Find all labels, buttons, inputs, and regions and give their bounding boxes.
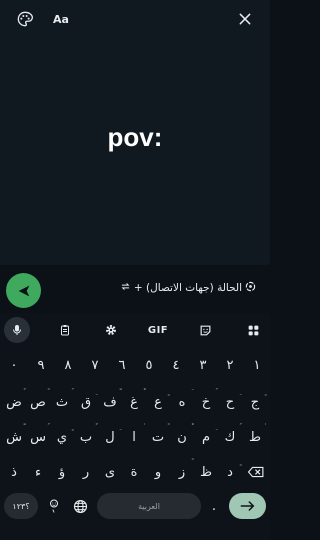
letter-key[interactable]: خُ	[194, 388, 218, 416]
letter-key[interactable]: ذ	[2, 458, 26, 486]
letter-key[interactable]: هَ	[170, 388, 194, 416]
close-icon[interactable]	[234, 8, 256, 30]
apps-grid-icon[interactable]	[242, 317, 264, 343]
letter-key[interactable]: فّ	[98, 388, 122, 416]
audience-label: الحالة (جهات الاتصال) +	[133, 282, 242, 294]
letter-key[interactable]: جٍ	[243, 388, 267, 416]
letter-key[interactable]: لِ	[98, 423, 122, 451]
key-0[interactable]: ٠	[2, 351, 26, 379]
emoji-icon[interactable]	[44, 493, 64, 519]
letter-key[interactable]: زً	[170, 458, 194, 486]
letter-key[interactable]: دٍ	[218, 458, 242, 486]
status-text-input[interactable]: pov:	[0, 122, 270, 153]
sticker-icon[interactable]	[194, 317, 216, 343]
backspace-icon[interactable]	[244, 458, 268, 486]
period-key[interactable]: .	[204, 493, 224, 519]
key-6[interactable]: ٦	[110, 351, 134, 379]
key-4[interactable]: ٤	[164, 351, 188, 379]
letter-key[interactable]: حِ	[218, 388, 242, 416]
letter-key[interactable]: ثُ	[50, 388, 74, 416]
letter-key[interactable]: مِ	[194, 423, 218, 451]
letter-key[interactable]: ء	[26, 458, 50, 486]
key-7[interactable]: ٧	[83, 351, 107, 379]
number-row: ١ ٢ ٣ ٤ ٥ ٦ ٧ ٨ ٩ ٠	[0, 351, 270, 379]
letter-key[interactable]: غْ	[122, 388, 146, 416]
key-9[interactable]: ٩	[29, 351, 53, 379]
send-button[interactable]	[6, 273, 41, 308]
enter-arrow-icon[interactable]	[229, 493, 266, 519]
space-bar[interactable]: العربية	[97, 493, 201, 519]
keyboard-toolbar: GIF	[0, 317, 270, 343]
letter-key[interactable]: ة	[122, 458, 146, 486]
letter-key[interactable]: نْ	[170, 423, 194, 451]
key-1[interactable]: ١	[245, 351, 269, 379]
letter-key[interactable]: و	[146, 458, 170, 486]
letter-key[interactable]: ر	[74, 458, 98, 486]
bottom-row: ؟١٢٣ العربية .	[0, 493, 270, 521]
letter-key[interactable]: ؤ	[50, 458, 74, 486]
keyboard: GIF ١ ٢ ٣ ٤ ٥ ٦ ٧ ٨ ٩ ٠ ضٌ صً ثُ قِ فّ غ…	[0, 313, 270, 540]
letter-row-2: شّ سُ يٍ بٌ لِ اٰ تً نْ مِ كُ طٰ	[0, 423, 270, 451]
gif-button[interactable]: GIF	[146, 317, 170, 343]
letter-key[interactable]: اٰ	[122, 423, 146, 451]
letter-key[interactable]: ضٌ	[2, 388, 26, 416]
letter-key[interactable]: شّ	[2, 423, 26, 451]
key-2[interactable]: ٢	[218, 351, 242, 379]
palette-icon[interactable]	[14, 8, 36, 30]
clipboard-icon[interactable]	[54, 317, 76, 343]
microphone-icon[interactable]	[4, 317, 30, 343]
globe-icon[interactable]	[68, 493, 92, 519]
swap-icon	[120, 281, 131, 295]
letter-key[interactable]: بٌ	[74, 423, 98, 451]
letter-key[interactable]: تً	[146, 423, 170, 451]
letter-row-3: ذ ء ؤ ر ى ة و زً ظ دٍ	[0, 458, 270, 486]
letter-key[interactable]: ى	[98, 458, 122, 486]
letter-key[interactable]: كُ	[218, 423, 242, 451]
key-3[interactable]: ٣	[191, 351, 215, 379]
settings-gear-icon[interactable]	[100, 317, 122, 343]
privacy-bar: الحالة (جهات الاتصال) +	[0, 265, 270, 313]
key-8[interactable]: ٨	[56, 351, 80, 379]
symbols-key[interactable]: ؟١٢٣	[4, 493, 38, 519]
status-editor[interactable]: Aa pov:	[0, 0, 270, 265]
letter-key[interactable]: صً	[26, 388, 50, 416]
letter-key[interactable]: ظ	[194, 458, 218, 486]
letter-row-1: ضٌ صً ثُ قِ فّ غْ عٍ هَ خُ حِ جٍ	[0, 388, 270, 416]
status-icon	[245, 281, 256, 295]
letter-key[interactable]: قِ	[74, 388, 98, 416]
letter-key[interactable]: سُ	[26, 423, 50, 451]
key-5[interactable]: ٥	[137, 351, 161, 379]
letter-key[interactable]: يٍ	[50, 423, 74, 451]
letter-key[interactable]: عٍ	[146, 388, 170, 416]
audience-selector[interactable]: الحالة (جهات الاتصال) +	[120, 281, 256, 295]
font-style-button[interactable]: Aa	[50, 8, 72, 30]
letter-key[interactable]: طٰ	[243, 423, 267, 451]
